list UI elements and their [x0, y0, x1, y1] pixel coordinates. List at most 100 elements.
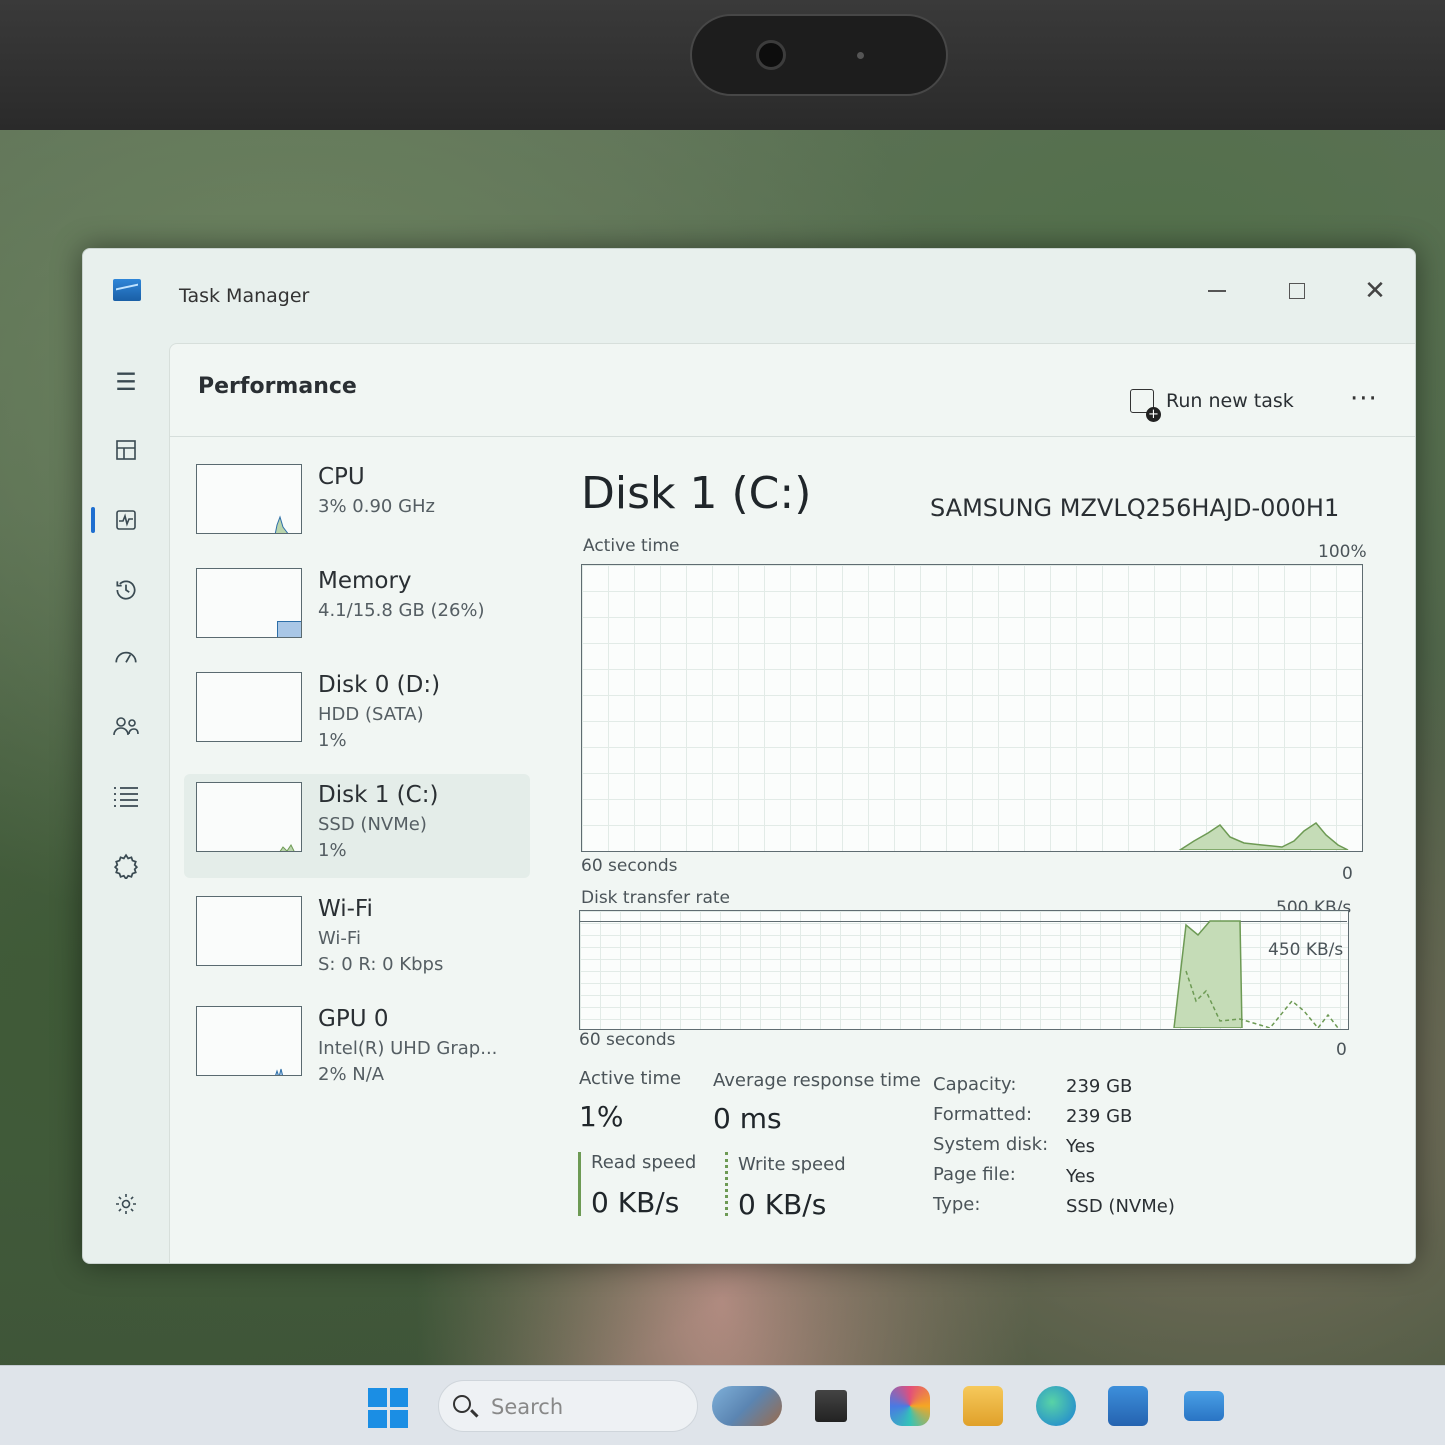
device-name: CPU: [318, 464, 365, 490]
webcam-led: [857, 52, 864, 59]
run-new-task-label: Run new task: [1166, 390, 1294, 412]
file-explorer-icon[interactable]: [963, 1386, 1003, 1426]
transfer-rate-graph-duration: 60 seconds: [579, 1030, 676, 1050]
disk-0-thumbnail-graph: [196, 672, 302, 742]
device-item-gpu-0[interactable]: GPU 0 Intel(R) UHD Grap... 2% N/A: [192, 998, 532, 1102]
taskbar: Search: [0, 1365, 1445, 1445]
wifi-thumbnail-graph: [196, 896, 302, 966]
performance-panel: Performance Run new task ··· CPU 3% 0.90…: [169, 343, 1415, 1263]
memory-usage-fill: [277, 621, 301, 637]
transfer-rate-graph-min: 0: [1336, 1040, 1347, 1060]
active-time-graph-label: Active time: [583, 536, 680, 556]
device-detail: SSD (NVMe): [318, 814, 427, 835]
webcam-lens: [756, 40, 786, 70]
close-icon: ✕: [1364, 276, 1386, 306]
device-name: GPU 0: [318, 1006, 389, 1032]
active-time-value: 1%: [579, 1100, 624, 1133]
active-time-label: Active time: [579, 1068, 682, 1089]
device-detail: Intel(R) UHD Grap...: [318, 1038, 498, 1059]
device-name: Disk 0 (D:): [318, 672, 441, 698]
nav-active-indicator: [91, 507, 95, 533]
run-new-task-icon: [1130, 389, 1161, 422]
startup-apps-icon[interactable]: [109, 641, 143, 675]
average-response-time-label: Average response time: [713, 1070, 921, 1091]
maximize-button[interactable]: [1267, 271, 1327, 311]
memory-thumbnail-graph: [196, 568, 302, 638]
minimize-icon: [1208, 290, 1226, 292]
minimize-button[interactable]: [1187, 271, 1247, 311]
device-item-memory[interactable]: Memory 4.1/15.8 GB (26%): [192, 560, 532, 664]
more-options-button[interactable]: ···: [1350, 384, 1378, 414]
task-view-icon[interactable]: [815, 1390, 847, 1422]
active-time-graph-min: 0: [1342, 864, 1353, 884]
performance-icon[interactable]: [109, 503, 143, 537]
device-usage: S: 0 R: 0 Kbps: [318, 954, 444, 975]
disk-1-thumbnail-graph: [196, 782, 302, 852]
app-history-icon[interactable]: [109, 573, 143, 607]
formatted-value: 239 GB: [1066, 1106, 1133, 1127]
transfer-rate-graph-mid: 450 KB/s: [1268, 940, 1344, 960]
device-detail: Wi-Fi: [318, 928, 361, 949]
active-time-graph-duration: 60 seconds: [581, 856, 678, 876]
capacity-value: 239 GB: [1066, 1076, 1133, 1097]
hamburger-menu-icon[interactable]: ☰: [109, 365, 143, 399]
transfer-rate-graph-label: Disk transfer rate: [581, 888, 730, 908]
processes-icon[interactable]: [109, 433, 143, 467]
type-value: SSD (NVMe): [1066, 1196, 1175, 1217]
read-speed-indicator: [578, 1152, 581, 1216]
start-windows-icon[interactable]: [368, 1388, 408, 1428]
window-title: Task Manager: [179, 285, 310, 307]
task-manager-taskbar-icon[interactable]: [1184, 1391, 1224, 1421]
close-button[interactable]: ✕: [1345, 271, 1405, 311]
page-title: Performance: [198, 374, 357, 399]
search-placeholder: Search: [491, 1395, 564, 1419]
read-speed-value: 0 KB/s: [591, 1186, 680, 1219]
device-usage: 2% N/A: [318, 1064, 385, 1085]
cpu-thumbnail-graph: [196, 464, 302, 534]
device-usage: 1%: [318, 840, 347, 861]
active-time-graph-max: 100%: [1318, 542, 1367, 562]
write-speed-indicator: [725, 1152, 728, 1216]
device-item-disk-0[interactable]: Disk 0 (D:) HDD (SATA) 1%: [192, 664, 532, 768]
system-disk-label: System disk:: [933, 1134, 1049, 1155]
device-detail: 4.1/15.8 GB (26%): [318, 600, 485, 621]
device-item-wifi[interactable]: Wi-Fi Wi-Fi S: 0 R: 0 Kbps: [192, 888, 532, 992]
transfer-rate-graph: [579, 910, 1349, 1030]
device-usage: 1%: [318, 730, 347, 751]
average-response-time-value: 0 ms: [713, 1102, 782, 1135]
device-detail: HDD (SATA): [318, 704, 424, 725]
services-icon[interactable]: [109, 849, 143, 883]
disk-model: SAMSUNG MZVLQ256HAJD-000H1: [930, 494, 1340, 522]
run-new-task-button[interactable]: Run new task: [1130, 382, 1294, 422]
gpu-0-thumbnail-graph: [196, 1006, 302, 1076]
maximize-icon: [1289, 283, 1305, 299]
edge-browser-icon[interactable]: [1036, 1386, 1076, 1426]
settings-gear-icon[interactable]: [109, 1187, 143, 1221]
microsoft-365-icon[interactable]: [890, 1386, 930, 1426]
write-speed-value: 0 KB/s: [738, 1188, 827, 1221]
search-icon: [453, 1395, 471, 1413]
system-disk-value: Yes: [1066, 1136, 1096, 1157]
write-speed-label: Write speed: [738, 1154, 846, 1175]
disk-title: Disk 1 (C:): [581, 468, 812, 519]
laptop-bezel: [0, 0, 1445, 130]
formatted-label: Formatted:: [933, 1104, 1033, 1125]
users-icon[interactable]: [109, 709, 143, 743]
type-label: Type:: [933, 1194, 981, 1215]
active-time-graph: [581, 564, 1363, 852]
taskbar-search-box[interactable]: Search: [438, 1380, 698, 1432]
device-item-disk-1[interactable]: Disk 1 (C:) SSD (NVMe) 1%: [184, 774, 530, 878]
read-speed-label: Read speed: [591, 1152, 697, 1173]
header-divider: [170, 436, 1415, 437]
device-detail: 3% 0.90 GHz: [318, 496, 436, 517]
device-name: Disk 1 (C:): [318, 782, 439, 808]
page-file-value: Yes: [1066, 1166, 1096, 1187]
details-icon[interactable]: [109, 779, 143, 813]
microsoft-store-icon[interactable]: [1108, 1386, 1148, 1426]
capacity-label: Capacity:: [933, 1074, 1017, 1095]
task-manager-icon: [113, 279, 141, 301]
task-manager-window: Task Manager ✕ ☰ Performance Run new tas…: [82, 248, 1416, 1264]
widgets-icon[interactable]: [712, 1386, 782, 1426]
device-item-cpu[interactable]: CPU 3% 0.90 GHz: [192, 456, 532, 560]
webcam: [690, 14, 948, 96]
